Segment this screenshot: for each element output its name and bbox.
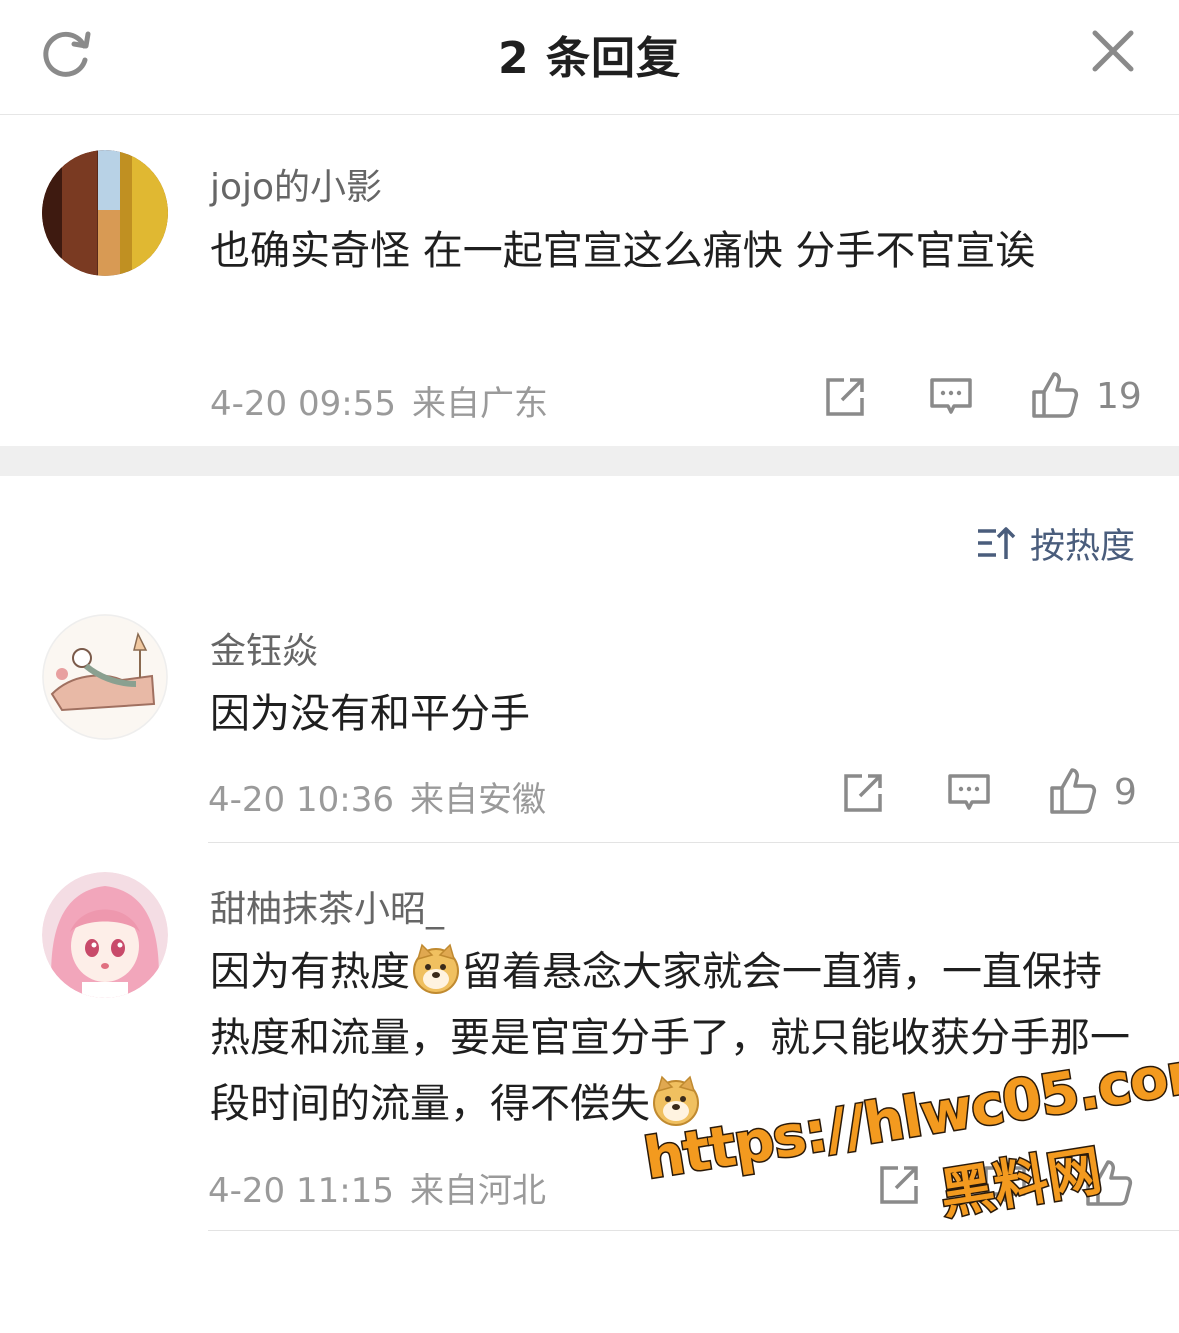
share-icon[interactable] <box>822 374 868 420</box>
comment-location: 来自广东 <box>411 384 548 424</box>
comment-text: 也确实奇怪 在一起官宣这么痛快 分手不官宣诶 <box>210 228 1036 274</box>
reply-time: 4-20 11:15 <box>208 1171 394 1211</box>
like-count: 19 <box>1096 376 1142 417</box>
doge-emoji-icon <box>413 943 459 994</box>
avatar[interactable] <box>42 614 168 740</box>
reply-time: 4-20 10:36 <box>208 780 394 820</box>
reply-meta: 4-20 10:36 来自安徽 <box>208 772 546 821</box>
comment-icon[interactable] <box>946 770 992 816</box>
comment-time: 4-20 09:55 <box>210 384 396 424</box>
comment-username[interactable]: jojo的小影 <box>210 158 382 210</box>
section-divider <box>0 446 1179 476</box>
page-title: 2 条回复 <box>498 33 681 84</box>
sort-label: 按热度 <box>1030 526 1136 567</box>
like-count: 9 <box>1114 772 1137 813</box>
reply-text: 因为没有和平分手 <box>210 691 530 737</box>
share-icon[interactable] <box>840 770 886 816</box>
sort-by-hot-button[interactable]: 按热度 <box>976 520 1136 567</box>
reply-username[interactable]: 甜柚抹茶小昭_ <box>210 880 444 932</box>
replies-header: 2 条回复 <box>0 0 1179 115</box>
sort-icon <box>978 527 1016 559</box>
reply-username[interactable]: 金钰焱 <box>210 622 318 674</box>
avatar[interactable] <box>42 150 168 276</box>
avatar[interactable] <box>42 872 168 998</box>
comment-meta: 4-20 09:55 来自广东 <box>210 376 548 425</box>
close-icon[interactable] <box>1090 28 1136 74</box>
reply-divider <box>208 842 1179 843</box>
reply-text-part: 因为有热度 <box>210 949 410 995</box>
like-icon[interactable] <box>1030 370 1080 420</box>
main-comment: jojo的小影 也确实奇怪 在一起官宣这么痛快 分手不官宣诶 4-20 09:5… <box>0 116 1179 446</box>
reply-meta: 4-20 11:15 来自河北 <box>208 1163 546 1212</box>
reply-location: 来自河北 <box>409 1171 546 1211</box>
like-icon[interactable] <box>1048 766 1098 816</box>
reply-location: 来自安徽 <box>409 780 546 820</box>
comment-icon[interactable] <box>928 374 974 420</box>
